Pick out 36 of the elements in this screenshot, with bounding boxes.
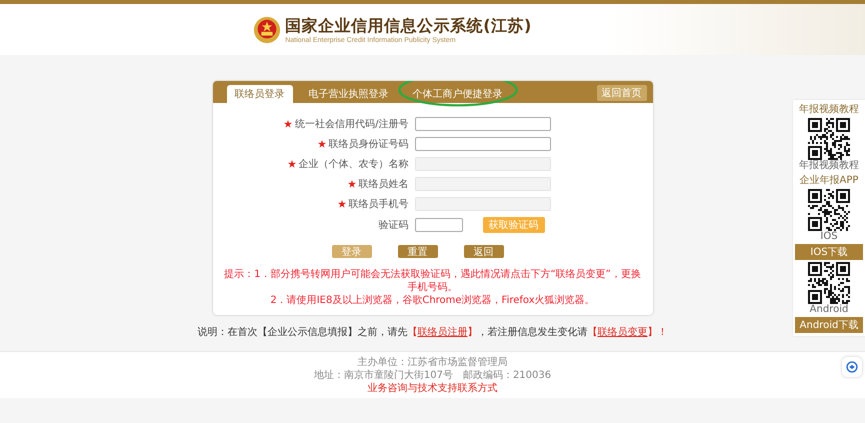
field-label: 验证码 xyxy=(378,219,408,232)
form-button[interactable]: 返回 xyxy=(464,245,504,258)
input-field[interactable] xyxy=(414,117,550,131)
sidebar-title: 年报视频教程 xyxy=(799,102,859,116)
footer-text: 主办单位：江苏省市场监督管理局 xyxy=(358,356,508,369)
field-label: 联络员手机号 xyxy=(348,198,408,211)
download-button[interactable]: Android下载 xyxy=(795,317,863,333)
register-link[interactable]: 联络员注册 xyxy=(418,327,468,338)
floating-button[interactable] xyxy=(842,357,862,377)
qr-code-drawing xyxy=(808,118,850,160)
tip-text: 提示：1．部分携号转网用户可能会无法获取验证码，遇此情况请点击下方“联络员变更”，更换手机号码。 xyxy=(223,268,642,294)
footer-text: 地址：南京市童陵门大街107号 邮政编码：210036 xyxy=(314,369,552,382)
field-label: 联络员姓名 xyxy=(358,178,408,191)
login-tab[interactable]: 联络员登录 xyxy=(226,85,292,103)
login-tab[interactable]: 电子营业执照登录 xyxy=(300,85,396,103)
sidebar-title: 企业年报APP xyxy=(800,174,858,187)
note-text: 说明：在首次【企业公示信息填报】之前，请先【联络员注册】，若注册信息发生变化请【联络员变更】！ xyxy=(198,326,668,339)
qr-caption: 年报视频教程 xyxy=(799,160,859,171)
field-label: 联络员身份证号码 xyxy=(328,138,408,151)
field-label: 企业（个体、农专）名称 xyxy=(298,158,408,171)
get-code-button[interactable]: 获取验证码 xyxy=(482,217,544,233)
download-button[interactable]: IOS下载 xyxy=(795,244,863,260)
tip-text: 2．请使用IE8及以上浏览器，谷歌Chrome浏览器，Firefox火狐浏览器。 xyxy=(270,294,595,307)
qr-caption: Android xyxy=(810,304,848,315)
qr-caption: IOS xyxy=(820,231,838,242)
input-field[interactable] xyxy=(414,137,550,151)
qr-code-drawing xyxy=(808,189,850,231)
emblem-icon xyxy=(253,16,282,44)
home-button[interactable]: 返回首页 xyxy=(596,85,646,101)
register-link[interactable]: 联络员变更 xyxy=(598,327,648,338)
contact-link[interactable]: 业务咨询与技术支持联系方式 xyxy=(368,382,498,395)
qr-code-drawing xyxy=(808,262,850,304)
field-label: 统一社会信用代码/注册号 xyxy=(295,118,408,131)
captcha-field[interactable] xyxy=(414,218,462,232)
site-title: 国家企业信用信息公示系统(江苏) xyxy=(285,16,532,36)
form-button[interactable]: 重置 xyxy=(398,245,438,258)
